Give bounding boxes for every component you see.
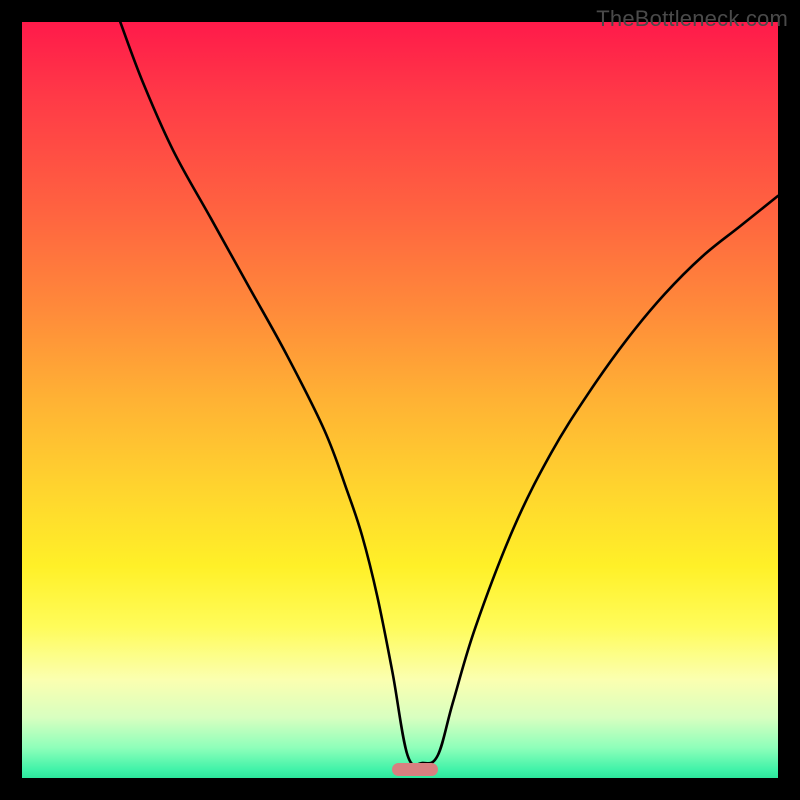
plot-area [22,22,778,778]
bottleneck-curve [120,22,778,765]
curve-svg [22,22,778,778]
chart-frame: TheBottleneck.com [0,0,800,800]
watermark-text: TheBottleneck.com [596,6,788,32]
optimum-marker [392,763,437,776]
